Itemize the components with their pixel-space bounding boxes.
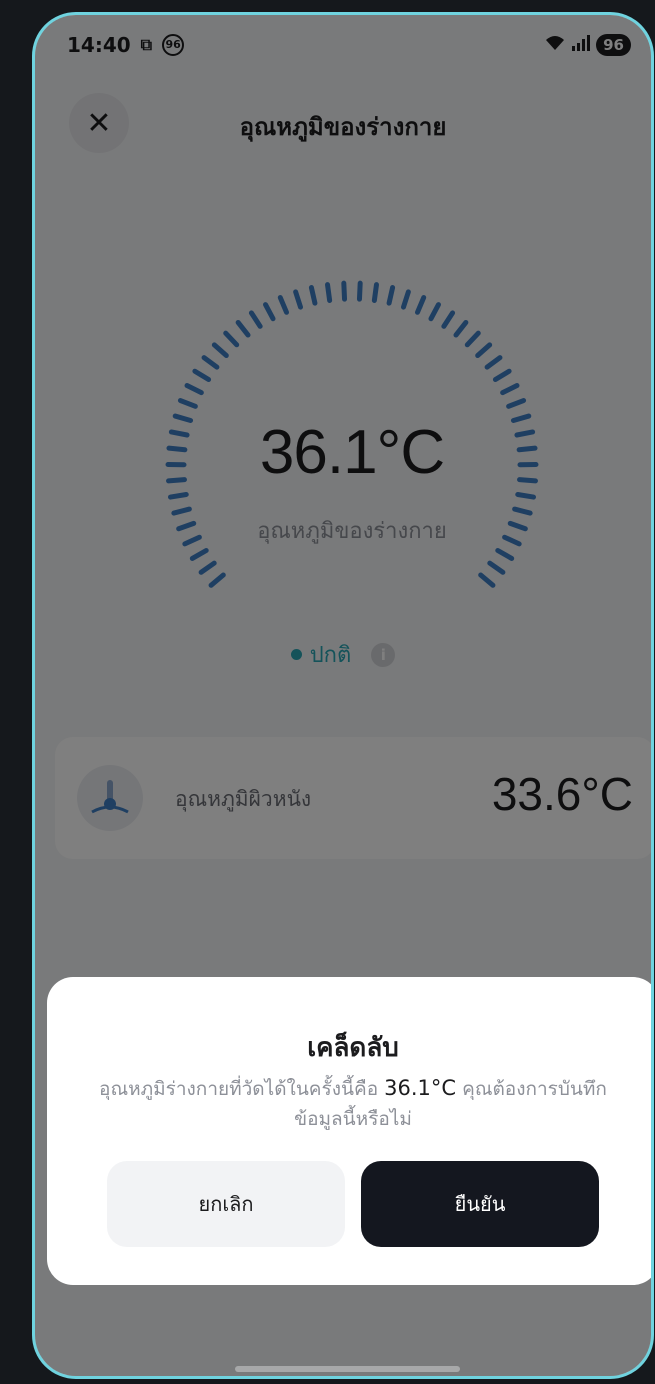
home-indicator[interactable] bbox=[235, 1366, 460, 1372]
dialog-title: เคล็ดลับ bbox=[307, 1033, 399, 1063]
dialog-message: อุณหภูมิร่างกายที่วัดได้ในครั้งนี้คือ 36… bbox=[77, 1073, 629, 1134]
cancel-label: ยกเลิก bbox=[198, 1192, 254, 1216]
confirm-label: ยืนยัน bbox=[454, 1192, 506, 1216]
confirm-button[interactable]: ยืนยัน bbox=[361, 1161, 599, 1247]
phone-screen: 14:40 ⧉ 96 96 ✕ อุณหภูมิของร่างกาย 36.1°… bbox=[32, 12, 654, 1379]
tip-dialog: เคล็ดลับ อุณหภูมิร่างกายที่วัดได้ในครั้ง… bbox=[47, 977, 651, 1285]
dialog-message-prefix: อุณหภูมิร่างกายที่วัดได้ในครั้งนี้คือ bbox=[99, 1078, 385, 1100]
dialog-message-value: 36.1°C bbox=[384, 1076, 457, 1100]
cancel-button[interactable]: ยกเลิก bbox=[107, 1161, 345, 1247]
